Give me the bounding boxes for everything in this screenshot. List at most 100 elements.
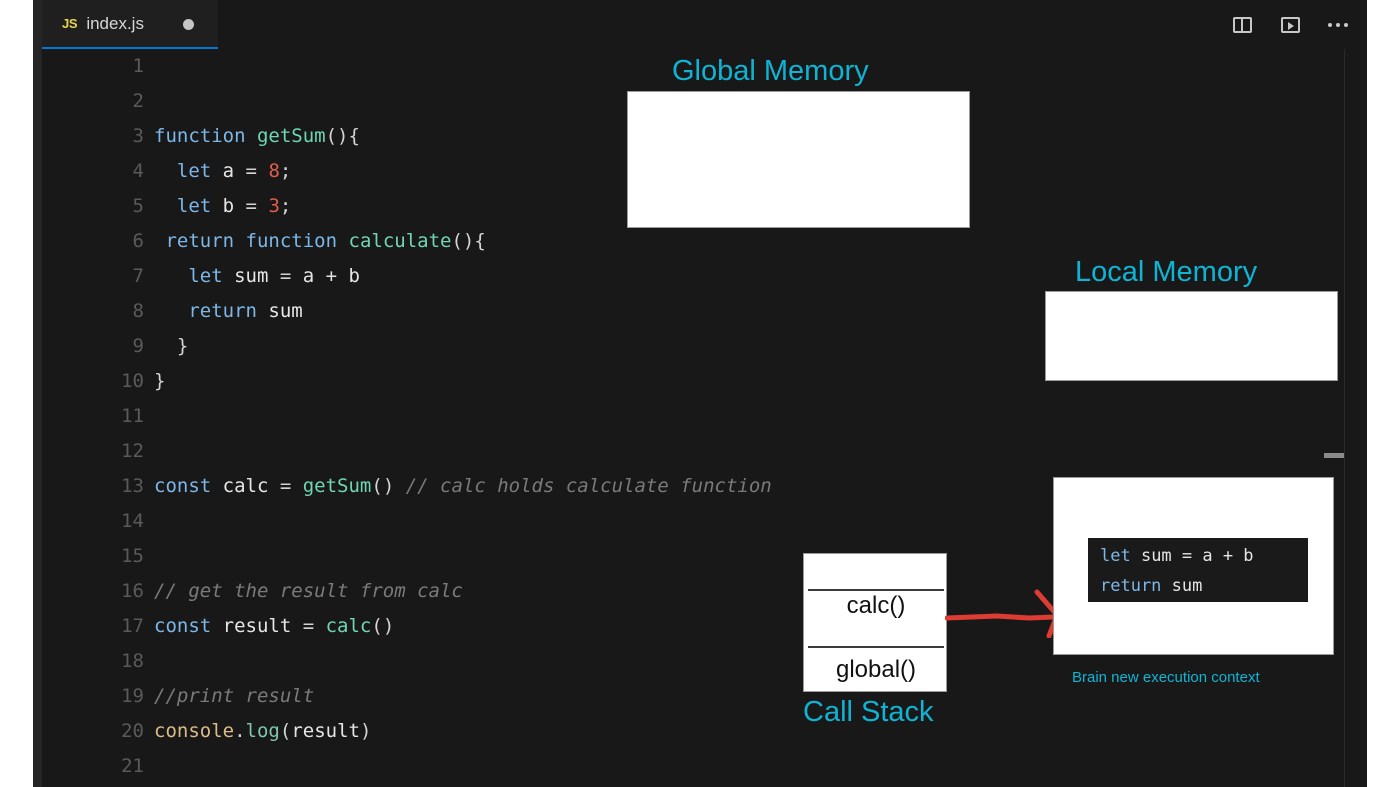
editor-window: JS index.js 1 2 3 function getSum(){4 let a…: [33, 0, 1367, 787]
code-token-punc: [154, 160, 177, 182]
code-token-punc: (: [279, 720, 292, 742]
code-token-punc: }: [154, 335, 189, 357]
code-token-fn: getSum: [256, 125, 326, 147]
code-token-punc: (): [371, 615, 395, 637]
js-file-icon: JS: [62, 16, 78, 31]
code-token-var: sum: [256, 300, 303, 322]
code-line[interactable]: 6 return function calculate(){: [42, 224, 1367, 259]
code-token-punc: ): [359, 720, 372, 742]
editor-scrollbar[interactable]: [1344, 49, 1345, 787]
scrollbar-marker[interactable]: [1324, 453, 1344, 458]
code-line[interactable]: 12: [42, 434, 1367, 469]
line-text: const result = calc(): [154, 609, 394, 644]
line-text: // get the result from calc: [154, 574, 463, 609]
code-line[interactable]: 10}: [42, 364, 1367, 399]
code-line[interactable]: 4 let a = 8;: [42, 154, 1367, 189]
code-line[interactable]: 16 // get the result from calc: [42, 574, 1367, 609]
split-editor-icon[interactable]: [1231, 14, 1253, 36]
code-token-punc: (){: [325, 125, 360, 147]
code-token-punc: (){: [451, 230, 486, 252]
code-token-punc: =: [245, 195, 269, 217]
code-token-kw: function: [154, 125, 246, 147]
code-token-num: 3: [268, 195, 280, 217]
line-text: console.log(result): [154, 714, 371, 749]
code-token-punc: ;: [279, 195, 292, 217]
tab-index-js[interactable]: JS index.js: [42, 0, 218, 49]
line-number: 17: [121, 615, 144, 637]
code-token-punc: [154, 230, 165, 252]
code-line[interactable]: 5 let b = 3;: [42, 189, 1367, 224]
screenshot-root: JS index.js 1 2 3 function getSum(){4 let a…: [0, 0, 1400, 787]
code-line[interactable]: 2: [42, 84, 1367, 119]
code-line[interactable]: 1: [42, 49, 1367, 84]
code-token-cmt: //print result: [154, 685, 315, 707]
line-number: 8: [132, 300, 144, 322]
code-line[interactable]: 14: [42, 504, 1367, 539]
tab-label: index.js: [86, 13, 144, 33]
code-token-kw: let: [176, 160, 212, 182]
line-text: function getSum(){: [154, 119, 360, 154]
line-number: 1: [132, 55, 144, 77]
line-number: 2: [132, 90, 144, 112]
line-number: 14: [121, 510, 144, 532]
code-token-meth: log: [245, 720, 280, 742]
code-token-kw: return: [188, 300, 257, 322]
line-text: let a = 8;: [154, 154, 291, 189]
code-token-punc: ;: [279, 160, 292, 182]
code-line[interactable]: 17 const result = calc(): [42, 609, 1367, 644]
code-line[interactable]: 9 }: [42, 329, 1367, 364]
code-line[interactable]: 15: [42, 539, 1367, 574]
code-token-punc: [154, 265, 188, 287]
code-line[interactable]: 19 //print result: [42, 679, 1367, 714]
line-text: let sum = a + b: [154, 259, 360, 294]
code-token-var: sum: [222, 265, 280, 287]
code-line[interactable]: 18: [42, 644, 1367, 679]
unsaved-dot-icon[interactable]: [183, 18, 194, 30]
line-text: return sum: [154, 294, 303, 329]
code-line[interactable]: 20 console.log(result): [42, 714, 1367, 749]
code-token-punc: }: [154, 370, 166, 392]
line-text: const calc = getSum() // calc holds calc…: [154, 469, 772, 504]
line-number: 5: [132, 195, 144, 217]
code-line[interactable]: 21: [42, 749, 1367, 784]
line-number: 4: [132, 160, 144, 182]
line-number: 21: [121, 755, 144, 777]
line-number: 19: [121, 685, 144, 707]
code-token-kw: const: [154, 615, 212, 637]
code-token-punc: =: [279, 475, 303, 497]
code-token-cmt: // get the result from calc: [154, 580, 463, 602]
line-number: 10: [121, 370, 144, 392]
code-token-kw: const: [154, 475, 212, 497]
code-line[interactable]: 7 let sum = a + b: [42, 259, 1367, 294]
code-token-var: result: [211, 615, 303, 637]
code-token-punc: .: [234, 720, 246, 742]
code-token-fn: calc: [325, 615, 372, 637]
code-token-var: a + b: [302, 265, 360, 287]
run-play-icon[interactable]: [1279, 14, 1301, 36]
line-text: }: [154, 329, 188, 364]
line-number: 20: [121, 720, 144, 742]
code-token-punc: =: [279, 265, 303, 287]
code-line[interactable]: 3 function getSum(){: [42, 119, 1367, 154]
line-number: 16: [121, 580, 144, 602]
code-token-cmt: // calc holds calculate function: [405, 475, 772, 497]
code-token-var: result: [291, 720, 360, 742]
code-token-var: a: [211, 160, 246, 182]
code-line[interactable]: 13 const calc = getSum() // calc holds ca…: [42, 469, 1367, 504]
code-token-punc: [154, 195, 177, 217]
line-number: 11: [121, 405, 144, 427]
code-token-punc: [337, 230, 348, 252]
line-text: return function calculate(){: [154, 224, 486, 259]
code-editor-content[interactable]: 1 2 3 function getSum(){4 let a = 8; 5 let b…: [42, 49, 1367, 787]
code-token-kw: return function: [165, 230, 338, 252]
code-line[interactable]: 8 return sum: [42, 294, 1367, 329]
code-token-kw: let: [176, 195, 212, 217]
code-line[interactable]: 11: [42, 399, 1367, 434]
line-number: 18: [121, 650, 144, 672]
code-token-punc: [246, 125, 257, 147]
line-number: 12: [121, 440, 144, 462]
tab-bar-empty-area: [218, 0, 1367, 49]
line-text: //print result: [154, 679, 314, 714]
code-token-punc: (): [371, 475, 406, 497]
ellipsis-icon[interactable]: [1327, 14, 1349, 36]
